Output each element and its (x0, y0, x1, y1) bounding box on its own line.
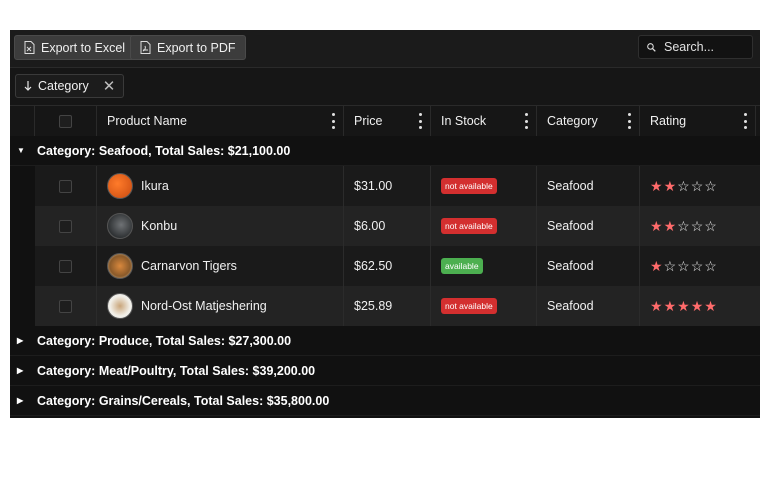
header-rating-label: Rating (650, 114, 687, 128)
group-chip-label: Category (38, 79, 89, 93)
star-filled-icon: ★ (650, 258, 663, 274)
group-row-grains-cereals[interactable]: ▶ Category: Grains/Cereals, Total Sales:… (10, 386, 760, 416)
star-filled-icon: ★ (677, 298, 690, 314)
export-pdf-label: Export to PDF (157, 40, 236, 55)
status-badge: not available (441, 178, 497, 194)
kebab-menu-icon[interactable] (418, 113, 422, 129)
header-category[interactable]: Category (537, 106, 640, 136)
header-product-name-label: Product Name (107, 114, 187, 128)
header-in-stock-label: In Stock (441, 114, 487, 128)
star-empty-icon: ☆ (690, 178, 704, 194)
table-row[interactable]: Ikura $31.00 not available Seafood ★ ★ ☆ ☆ ☆ (35, 166, 760, 206)
rating-stars[interactable]: ★ ☆ ☆ ☆ ☆ (650, 259, 717, 273)
product-name: Carnarvon Tigers (141, 259, 237, 273)
group-panel: Category ✕ (10, 68, 760, 106)
table-row[interactable]: Carnarvon Tigers $62.50 available Seafoo… (35, 246, 760, 286)
group-row-produce[interactable]: ▶ Category: Produce, Total Sales: $27,30… (10, 326, 760, 356)
export-excel-label: Export to Excel (41, 40, 126, 55)
rating-stars[interactable]: ★ ★ ★ ★ ★ (650, 299, 717, 313)
star-empty-icon: ☆ (677, 218, 690, 234)
indent-header (10, 106, 35, 136)
star-empty-icon: ☆ (704, 178, 717, 194)
header-category-label: Category (547, 114, 598, 128)
row-checkbox[interactable] (59, 179, 72, 193)
rating-stars[interactable]: ★ ★ ☆ ☆ ☆ (650, 179, 717, 193)
header-product-name[interactable]: Product Name (97, 106, 344, 136)
product-name: Ikura (141, 179, 169, 193)
arrow-down-icon (24, 80, 32, 91)
status-badge: not available (441, 298, 497, 314)
export-pdf-button[interactable]: Export to PDF (130, 35, 246, 60)
group-label: Category: Meat/Poultry, Total Sales: $39… (37, 363, 316, 378)
grid-toolbar: Export to Excel Export to PDF (10, 30, 760, 68)
excel-file-icon (24, 41, 35, 54)
category: Seafood (547, 179, 594, 193)
caret-right-icon[interactable]: ▶ (17, 396, 29, 405)
row-checkbox[interactable] (59, 259, 72, 273)
header-price-label: Price (354, 114, 383, 128)
star-filled-icon: ★ (650, 218, 663, 234)
star-empty-icon: ☆ (677, 178, 690, 194)
category: Seafood (547, 299, 594, 313)
table-row[interactable]: Nord-Ost Matjeshering $25.89 not availab… (35, 286, 760, 326)
column-header-row: Product Name Price In Stock Category Rat… (10, 106, 760, 137)
caret-right-icon[interactable]: ▶ (17, 336, 29, 345)
caret-down-icon[interactable]: ▼ (17, 146, 29, 155)
product-image (107, 213, 133, 239)
select-all-checkbox[interactable] (59, 114, 72, 128)
search-input[interactable] (664, 40, 744, 54)
group-chip-category[interactable]: Category ✕ (15, 74, 125, 98)
status-badge: not available (441, 218, 497, 234)
product-name: Nord-Ost Matjeshering (141, 299, 267, 313)
header-price[interactable]: Price (344, 106, 431, 136)
star-empty-icon: ☆ (704, 218, 717, 234)
search-box[interactable] (638, 35, 753, 59)
star-empty-icon: ☆ (704, 258, 717, 274)
row-checkbox[interactable] (59, 219, 72, 233)
star-filled-icon: ★ (663, 178, 677, 194)
product-image (107, 173, 133, 199)
product-image (107, 293, 133, 319)
table-row[interactable]: Konbu $6.00 not available Seafood ★ ★ ☆ ☆ ☆ (35, 206, 760, 246)
kebab-menu-icon[interactable] (627, 113, 631, 129)
star-filled-icon: ★ (663, 218, 677, 234)
group-row-seafood[interactable]: ▼ Category: Seafood, Total Sales: $21,10… (10, 136, 760, 166)
group-label: Category: Seafood, Total Sales: $21,100.… (37, 143, 291, 158)
data-grid: Export to Excel Export to PDF Category ✕… (10, 30, 760, 418)
star-filled-icon: ★ (650, 298, 663, 314)
close-icon[interactable]: ✕ (103, 79, 116, 94)
kebab-menu-icon[interactable] (524, 113, 528, 129)
star-filled-icon: ★ (704, 298, 717, 314)
price: $6.00 (354, 219, 386, 233)
product-image (107, 253, 133, 279)
star-empty-icon: ☆ (663, 258, 677, 274)
group-label: Category: Produce, Total Sales: $27,300.… (37, 333, 292, 348)
group-row-meat-poultry[interactable]: ▶ Category: Meat/Poultry, Total Sales: $… (10, 356, 760, 386)
pdf-file-icon (140, 41, 151, 54)
price: $31.00 (354, 179, 393, 193)
select-all-cell (35, 106, 97, 136)
group-label: Category: Grains/Cereals, Total Sales: $… (37, 393, 330, 408)
caret-right-icon[interactable]: ▶ (17, 366, 29, 375)
price: $25.89 (354, 299, 393, 313)
kebab-menu-icon[interactable] (743, 113, 747, 129)
search-icon (647, 42, 656, 52)
export-excel-button[interactable]: Export to Excel (14, 35, 136, 60)
product-name: Konbu (141, 219, 178, 233)
price: $62.50 (354, 259, 393, 273)
star-filled-icon: ★ (650, 178, 663, 194)
star-empty-icon: ☆ (677, 258, 690, 274)
kebab-menu-icon[interactable] (331, 113, 335, 129)
star-empty-icon: ☆ (690, 258, 704, 274)
header-in-stock[interactable]: In Stock (431, 106, 537, 136)
category: Seafood (547, 259, 594, 273)
status-badge: available (441, 258, 483, 274)
star-empty-icon: ☆ (690, 218, 704, 234)
star-filled-icon: ★ (663, 298, 677, 314)
row-checkbox[interactable] (59, 299, 72, 313)
star-filled-icon: ★ (690, 298, 704, 314)
rating-stars[interactable]: ★ ★ ☆ ☆ ☆ (650, 219, 717, 233)
header-rating[interactable]: Rating (640, 106, 756, 136)
category: Seafood (547, 219, 594, 233)
